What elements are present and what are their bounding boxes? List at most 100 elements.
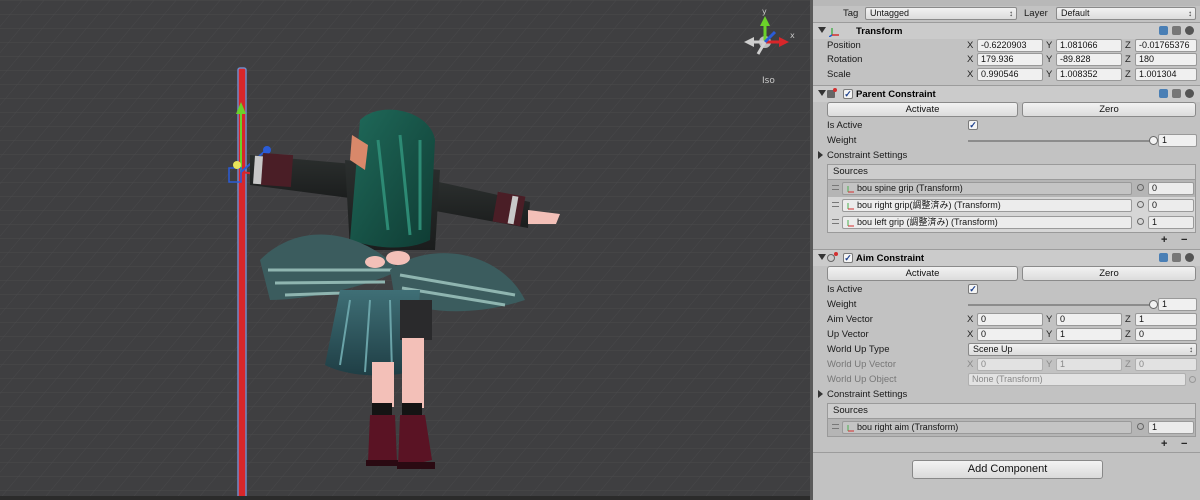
transform-title: Transform bbox=[856, 25, 903, 37]
rotation-x-field[interactable]: 179.936 bbox=[977, 53, 1043, 66]
axis-y-label: Y bbox=[1046, 69, 1053, 80]
position-x-field[interactable]: -0.6220903 bbox=[977, 39, 1043, 52]
list-item[interactable]: bou left grip (調整済み) (Transform) 1 bbox=[828, 214, 1195, 231]
up-vector-z-field[interactable]: 0 bbox=[1135, 328, 1197, 341]
source-object-field[interactable]: bou left grip (調整済み) (Transform) bbox=[842, 216, 1132, 229]
parent-constraint-title: Parent Constraint bbox=[856, 88, 936, 100]
axis-x-label: X bbox=[967, 69, 974, 80]
layer-dropdown[interactable]: Default bbox=[1056, 7, 1196, 20]
aim-is-active-checkbox[interactable]: ✓ bbox=[968, 284, 978, 294]
presets-icon[interactable] bbox=[1172, 89, 1181, 98]
drag-handle-icon[interactable] bbox=[832, 424, 839, 429]
aim-constraint-enabled-checkbox[interactable]: ✓ bbox=[843, 253, 853, 263]
tag-layer-row: Tag Untagged Layer Default bbox=[813, 6, 1200, 21]
axis-y-label: Y bbox=[1046, 329, 1053, 340]
remove-source-button[interactable]: − bbox=[1181, 234, 1187, 246]
projection-label[interactable]: Iso bbox=[762, 76, 775, 86]
scene-view[interactable]: y x Iso bbox=[0, 0, 810, 500]
list-item[interactable]: bou right grip(調整済み) (Transform) 0 bbox=[828, 197, 1195, 214]
source-object-field[interactable]: bou spine grip (Transform) bbox=[842, 182, 1132, 195]
up-vector-y-field[interactable]: 1 bbox=[1056, 328, 1122, 341]
aim-zero-button[interactable]: Zero bbox=[1022, 266, 1196, 281]
add-component-button[interactable]: Add Component bbox=[912, 460, 1103, 479]
source-object-field[interactable]: bou right aim (Transform) bbox=[842, 421, 1132, 434]
position-y-field[interactable]: 1.081066 bbox=[1056, 39, 1122, 52]
help-icon[interactable] bbox=[1159, 89, 1168, 98]
aim-is-active-row: Is Active ✓ bbox=[813, 282, 1200, 297]
position-z-field[interactable]: -0.01765376 bbox=[1135, 39, 1197, 52]
fold-arrow-icon[interactable] bbox=[818, 27, 826, 33]
scale-z-field[interactable]: 1.001304 bbox=[1135, 68, 1197, 81]
rotation-y-field[interactable]: -89.828 bbox=[1056, 53, 1122, 66]
axis-z-label: Z bbox=[1125, 54, 1131, 65]
transform-header[interactable]: Transform bbox=[813, 22, 1200, 39]
expand-arrow-icon[interactable] bbox=[818, 151, 823, 159]
aim-constraint-header[interactable]: ✓ Aim Constraint bbox=[813, 249, 1200, 266]
transform-icon bbox=[847, 203, 854, 210]
source-weight-field[interactable]: 0 bbox=[1148, 199, 1194, 212]
aim-weight-slider-knob[interactable] bbox=[1149, 300, 1158, 309]
aim-weight-row: Weight 1 bbox=[813, 297, 1200, 312]
scene-canvas[interactable]: y x bbox=[0, 0, 810, 500]
source-object-field[interactable]: bou right grip(調整済み) (Transform) bbox=[842, 199, 1132, 212]
scale-x-field[interactable]: 0.990546 bbox=[977, 68, 1043, 81]
fold-arrow-icon[interactable] bbox=[818, 90, 826, 96]
constraint-dot-icon bbox=[833, 88, 837, 92]
fold-arrow-icon[interactable] bbox=[818, 254, 826, 260]
help-icon[interactable] bbox=[1159, 253, 1168, 262]
list-item[interactable]: bou spine grip (Transform) 0 bbox=[828, 180, 1195, 197]
source-weight-field[interactable]: 1 bbox=[1148, 216, 1194, 229]
parent-zero-button[interactable]: Zero bbox=[1022, 102, 1196, 117]
gear-icon[interactable] bbox=[1185, 26, 1194, 35]
parent-is-active-checkbox[interactable]: ✓ bbox=[968, 120, 978, 130]
world-up-object-field: None (Transform) bbox=[968, 373, 1186, 386]
add-source-button[interactable]: + bbox=[1161, 438, 1167, 450]
world-up-type-dropdown[interactable]: Scene Up bbox=[968, 343, 1197, 356]
aim-sources-list: Sources bou right aim (Transform) 1 bbox=[827, 403, 1196, 437]
aim-constraint-settings-row[interactable]: Constraint Settings bbox=[813, 387, 1200, 402]
add-source-button[interactable]: + bbox=[1161, 234, 1167, 246]
aim-vector-y-field[interactable]: 0 bbox=[1056, 313, 1122, 326]
position-label: Position bbox=[827, 40, 861, 51]
presets-icon[interactable] bbox=[1172, 253, 1181, 262]
parent-weight-slider-knob[interactable] bbox=[1149, 136, 1158, 145]
parent-constraint-header[interactable]: ✓ Parent Constraint bbox=[813, 85, 1200, 102]
parent-weight-slider-track[interactable] bbox=[968, 140, 1153, 142]
presets-icon[interactable] bbox=[1172, 26, 1181, 35]
expand-arrow-icon[interactable] bbox=[818, 390, 823, 398]
drag-handle-icon[interactable] bbox=[832, 185, 839, 190]
axis-z-label: Z bbox=[1125, 314, 1131, 325]
object-picker-icon[interactable] bbox=[1137, 201, 1144, 208]
world-up-type-row: World Up Type Scene Up bbox=[813, 342, 1200, 357]
parent-constraint-enabled-checkbox[interactable]: ✓ bbox=[843, 89, 853, 99]
up-vector-x-field[interactable]: 0 bbox=[977, 328, 1043, 341]
source-weight-field[interactable]: 0 bbox=[1148, 182, 1194, 195]
unity-editor: y x Iso Tag Untagged Layer Default Trans… bbox=[0, 0, 1200, 500]
gear-icon[interactable] bbox=[1185, 253, 1194, 262]
gear-icon[interactable] bbox=[1185, 89, 1194, 98]
list-item[interactable]: bou right aim (Transform) 1 bbox=[828, 419, 1195, 436]
drag-handle-icon[interactable] bbox=[832, 219, 839, 224]
rotation-z-field[interactable]: 180 bbox=[1135, 53, 1197, 66]
axis-x-label: X bbox=[967, 314, 974, 325]
tag-dropdown[interactable]: Untagged bbox=[865, 7, 1017, 20]
aim-weight-slider-track[interactable] bbox=[968, 304, 1153, 306]
source-weight-field[interactable]: 1 bbox=[1148, 421, 1194, 434]
aim-weight-field[interactable]: 1 bbox=[1158, 298, 1197, 311]
aim-activate-button[interactable]: Activate bbox=[827, 266, 1018, 281]
parent-activate-button[interactable]: Activate bbox=[827, 102, 1018, 117]
scale-y-field[interactable]: 1.008352 bbox=[1056, 68, 1122, 81]
parent-constraint-settings-row[interactable]: Constraint Settings bbox=[813, 148, 1200, 163]
object-picker-icon[interactable] bbox=[1137, 184, 1144, 191]
aim-vector-z-field[interactable]: 1 bbox=[1135, 313, 1197, 326]
object-picker-icon[interactable] bbox=[1137, 218, 1144, 225]
aim-vector-x-field[interactable]: 0 bbox=[977, 313, 1043, 326]
parent-sources-list: Sources bou spine grip (Transform) 0 bou… bbox=[827, 164, 1196, 233]
parent-weight-row: Weight 1 bbox=[813, 133, 1200, 148]
parent-weight-field[interactable]: 1 bbox=[1158, 134, 1197, 147]
help-icon[interactable] bbox=[1159, 26, 1168, 35]
object-picker-icon[interactable] bbox=[1137, 423, 1144, 430]
source-name: bou left grip (調整済み) (Transform) bbox=[857, 217, 998, 227]
drag-handle-icon[interactable] bbox=[832, 202, 839, 207]
remove-source-button[interactable]: − bbox=[1181, 438, 1187, 450]
